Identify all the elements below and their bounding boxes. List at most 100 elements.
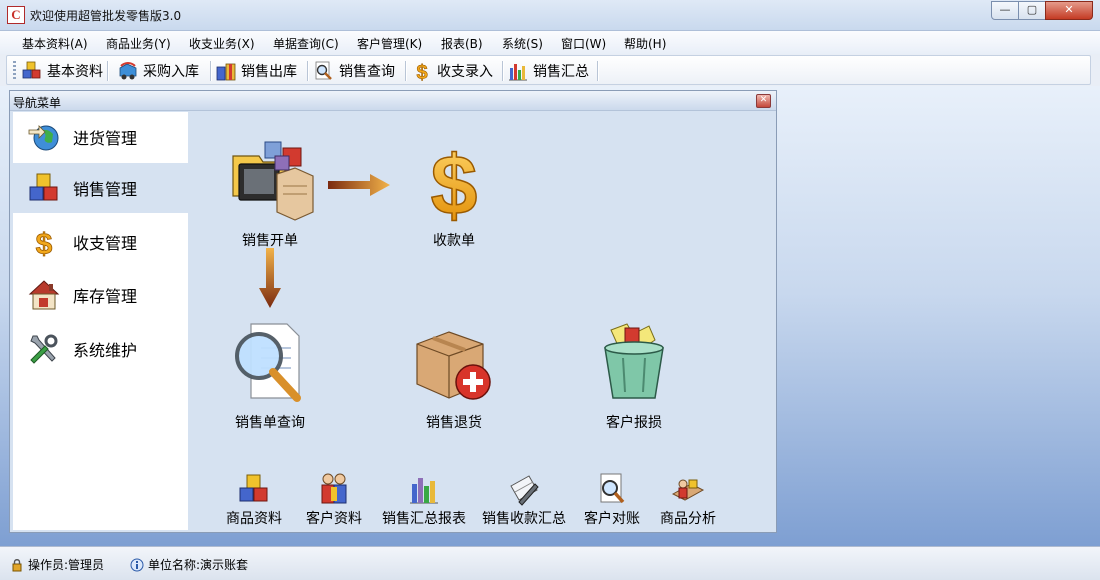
- sidebar-item-maintenance[interactable]: 系统维护: [13, 324, 188, 374]
- box-return-icon: [416, 331, 491, 400]
- toolbar-sales-summary-button[interactable]: 销售汇总: [507, 59, 589, 83]
- close-button[interactable]: ✕: [1045, 1, 1093, 20]
- customer-loss-button[interactable]: 客户报损: [574, 318, 694, 432]
- svg-text:$: $: [36, 228, 53, 259]
- status-bar: 操作员:管理员 单位名称:演示账套: [0, 546, 1100, 580]
- menu-customer-mgmt[interactable]: 客户管理(K): [357, 35, 422, 52]
- menu-income-expense[interactable]: 收支业务(X): [189, 35, 255, 52]
- bar-chart-icon: [410, 478, 438, 504]
- receipt-button[interactable]: $ 收款单: [394, 136, 514, 250]
- menu-help[interactable]: 帮助(H): [624, 35, 666, 52]
- sales-query-button[interactable]: 销售单查询: [210, 318, 330, 432]
- svg-text:$: $: [416, 62, 427, 82]
- car-icon: [119, 62, 137, 80]
- toolbar-basic-data-button[interactable]: 基本资料: [21, 59, 103, 83]
- toolbar-income-entry-button[interactable]: $ 收支录入: [411, 59, 493, 83]
- cubes-icon: [239, 474, 268, 502]
- shortcut-label: 商品分析: [660, 511, 716, 527]
- status-operator-text: 操作员:管理员: [28, 558, 105, 572]
- sidebar-item-purchase[interactable]: 进货管理: [13, 112, 188, 162]
- nav-sidebar: 进货管理 销售管理 $ 收支管理 库存管理 系统维护: [13, 112, 188, 530]
- lock-icon: [12, 558, 22, 571]
- sidebar-item-inventory[interactable]: 库存管理: [13, 270, 188, 320]
- window-title: 欢迎使用超管批发零售版3.0: [30, 9, 182, 23]
- toolbar-separator: [502, 61, 504, 81]
- toolbar-sales-query-button[interactable]: 销售查询: [313, 59, 395, 83]
- toolbar: 基本资料 采购入库 销售出库 销售查询 $ 收支录入 销售汇总: [6, 55, 1091, 85]
- sidebar-item-label: 销售管理: [73, 180, 138, 199]
- shortcut-label: 客户资料: [306, 511, 362, 527]
- receipt-label: 收款单: [433, 233, 475, 249]
- toolbar-grip[interactable]: [13, 61, 16, 81]
- toolbar-separator: [107, 61, 109, 81]
- toolbar-income-entry-label: 收支录入: [437, 64, 493, 80]
- dollar-icon: $: [430, 137, 478, 226]
- search-document-icon: [235, 323, 301, 402]
- sales-return-button[interactable]: 销售退货: [394, 318, 514, 432]
- shortcut-customer-data[interactable]: 客户资料: [286, 472, 382, 528]
- menu-document-query[interactable]: 单据查询(C): [273, 35, 339, 52]
- maximize-button[interactable]: ▢: [1018, 1, 1046, 20]
- house-icon: [28, 280, 60, 310]
- shortcut-goods-analysis[interactable]: 商品分析: [640, 472, 736, 528]
- minimize-button[interactable]: —: [991, 1, 1019, 20]
- navigation-window-titlebar[interactable]: 导航菜单 ✕: [10, 91, 776, 111]
- trash-icon: [604, 323, 664, 399]
- toolbar-sales-out-button[interactable]: 销售出库: [215, 59, 297, 83]
- people-icon: [321, 473, 347, 504]
- sales-return-label: 销售退货: [426, 415, 482, 431]
- menu-reports[interactable]: 报表(B): [441, 35, 483, 52]
- customer-loss-label: 客户报损: [606, 415, 662, 431]
- menu-bar: 基本资料(A) 商品业务(Y) 收支业务(X) 单据查询(C) 客户管理(K) …: [0, 31, 1100, 54]
- magnifier-icon: [600, 473, 625, 504]
- toolbar-separator: [307, 61, 309, 81]
- toolbar-separator: [405, 61, 407, 81]
- pen-icon: [510, 475, 539, 506]
- sales-order-button[interactable]: 销售开单: [210, 136, 330, 250]
- navigation-window-title: 导航菜单: [13, 96, 62, 110]
- sales-query-label: 销售单查询: [235, 415, 305, 431]
- toolbar-purchase-in-button[interactable]: 采购入库: [117, 59, 199, 83]
- navigation-close-button[interactable]: ✕: [756, 94, 771, 108]
- sidebar-item-label: 进货管理: [73, 129, 138, 148]
- toolbar-sales-out-label: 销售出库: [241, 64, 297, 80]
- menu-basic-data[interactable]: 基本资料(A): [22, 35, 88, 52]
- status-company: 单位名称:演示账套: [130, 556, 248, 573]
- toolbar-separator: [210, 61, 212, 81]
- globe-icon: [28, 125, 59, 151]
- status-company-text: 单位名称:演示账套: [148, 558, 249, 572]
- analysis-icon: [671, 479, 705, 501]
- dollar-icon: $: [35, 228, 53, 259]
- sidebar-item-label: 系统维护: [73, 341, 138, 360]
- shortcut-label: 销售汇总报表: [382, 511, 466, 527]
- svg-text:$: $: [431, 138, 478, 226]
- menu-system[interactable]: 系统(S): [502, 35, 543, 52]
- menu-window[interactable]: 窗口(W): [561, 35, 606, 52]
- app-icon[interactable]: C: [7, 6, 25, 24]
- toolbar-separator: [597, 61, 599, 81]
- nav-content-panel: 销售开单 $ 收款单 销售单查询 销售退货 客户报损 商品资料 客户资料 销售汇…: [188, 112, 774, 530]
- toolbar-sales-summary-label: 销售汇总: [533, 64, 589, 80]
- sidebar-item-income-expense[interactable]: $ 收支管理: [13, 217, 188, 267]
- gift-icon: [216, 63, 236, 81]
- menu-goods-business[interactable]: 商品业务(Y): [106, 35, 171, 52]
- tools-icon: [30, 334, 58, 364]
- cubes-icon: [29, 173, 58, 201]
- sidebar-item-label: 收支管理: [73, 234, 138, 253]
- shortcut-sales-receipt-summary[interactable]: 销售收款汇总: [476, 472, 572, 528]
- toolbar-basic-data-label: 基本资料: [47, 64, 103, 80]
- title-bar: C 欢迎使用超管批发零售版3.0 — ▢ ✕: [0, 0, 1100, 31]
- navigation-window: 导航菜单 ✕ 进货管理 销售管理 $ 收支管理 库存管理 系统维护 销售开单 $…: [9, 90, 777, 533]
- arrow-right-icon: [328, 174, 390, 196]
- sidebar-item-label: 库存管理: [73, 287, 138, 306]
- arrow-down-icon: [259, 248, 281, 308]
- status-operator: 操作员:管理员: [10, 556, 104, 573]
- sidebar-item-sales[interactable]: 销售管理: [13, 163, 188, 213]
- cubes-icon: [22, 61, 41, 79]
- toolbar-sales-query-label: 销售查询: [339, 64, 395, 80]
- info-icon: [130, 558, 144, 571]
- toolbar-purchase-in-label: 采购入库: [143, 64, 199, 80]
- magnifier-icon: [315, 61, 332, 80]
- shortcut-sales-summary-report[interactable]: 销售汇总报表: [376, 472, 472, 528]
- shortcut-label: 销售收款汇总: [482, 511, 566, 527]
